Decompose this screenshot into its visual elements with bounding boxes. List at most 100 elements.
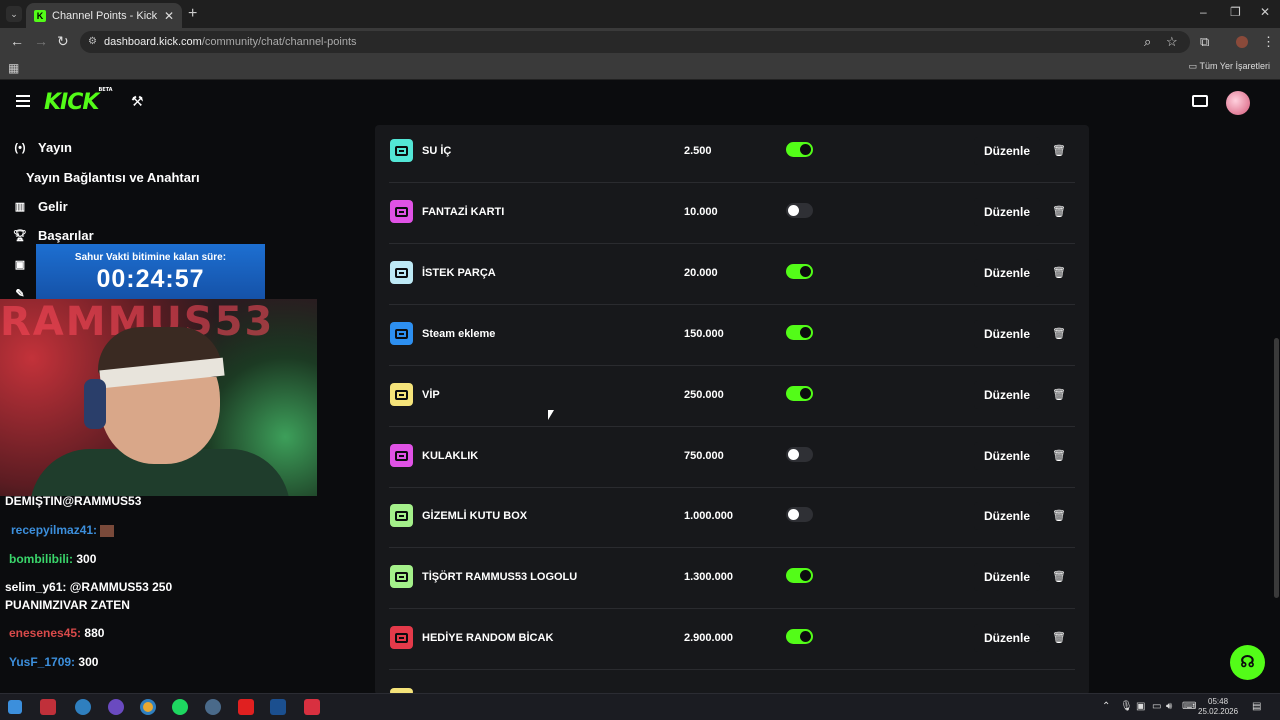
new-tab-button[interactable]: + — [188, 5, 197, 23]
sidebar-item-label: Gelir — [38, 199, 68, 214]
chat-message: selim_y61: @RAMMUS53 250 — [5, 578, 172, 596]
edit-reward-button[interactable]: Düzenle — [974, 381, 1040, 409]
edit-reward-button[interactable]: Düzenle — [974, 198, 1040, 226]
tab-list-button[interactable]: ⌄ — [6, 6, 22, 22]
edit-reward-button[interactable]: Düzenle — [974, 137, 1040, 165]
site-info-icon[interactable]: ⚙ — [88, 31, 97, 53]
logo-badge: BETA — [98, 86, 113, 93]
sidebar-item-label: Yayın — [38, 140, 72, 155]
steam-icon[interactable] — [270, 699, 286, 715]
delete-reward-button[interactable]: 🗑︎ — [1045, 198, 1073, 226]
microphone-icon[interactable]: 🎙︎ — [1120, 701, 1133, 712]
delete-reward-button[interactable]: 🗑︎ — [1045, 563, 1073, 591]
app-icon[interactable] — [205, 699, 221, 715]
apps-grid-icon[interactable]: ▦ — [8, 61, 19, 75]
edit-reward-button[interactable]: Düzenle — [974, 624, 1040, 652]
reward-enabled-toggle[interactable] — [786, 264, 813, 279]
chat-text: 880 — [84, 626, 105, 640]
menu-hamburger-icon[interactable] — [16, 95, 30, 107]
browser-menu-icon[interactable]: ⋮ — [1262, 34, 1275, 50]
delete-reward-button[interactable]: 🗑︎ — [1045, 320, 1073, 348]
extensions-icon[interactable]: ⧉ — [1200, 34, 1209, 50]
edit-reward-button[interactable]: Düzenle — [974, 502, 1040, 530]
chat-text: 300 — [78, 655, 99, 669]
keyboard-icon[interactable]: ⌨ — [1182, 701, 1196, 712]
tray-chevron-icon[interactable]: ⌃ — [1102, 701, 1110, 712]
trash-icon: 🗑︎ — [1052, 510, 1066, 522]
edit-reward-button[interactable]: Düzenle — [974, 320, 1040, 348]
tray-app-icon[interactable]: ▣ — [1136, 701, 1145, 712]
sidebar-item-basarilar[interactable]: 🏆︎ Başarılar — [12, 228, 94, 243]
reward-enabled-toggle[interactable] — [786, 629, 813, 644]
reward-name: KULAKLIK — [422, 450, 479, 462]
browser-tab-bar: ⌄ K Channel Points - Kick Dashboar ✕ + –… — [0, 0, 1280, 28]
voicemeeter-icon[interactable] — [40, 699, 56, 715]
zoom-icon[interactable]: ⌕ — [1144, 34, 1151, 50]
windows-start-icon[interactable] — [8, 700, 22, 714]
close-tab-icon[interactable]: ✕ — [164, 9, 174, 23]
reward-enabled-toggle[interactable] — [786, 447, 813, 462]
close-window-icon[interactable]: ✕ — [1260, 5, 1270, 19]
all-bookmarks-button[interactable]: ▭ Tüm Yer İşaretleri — [1189, 61, 1270, 72]
trash-icon: 🗑︎ — [1052, 389, 1066, 401]
profile-avatar[interactable] — [1236, 36, 1248, 48]
chrome-icon[interactable] — [140, 699, 156, 715]
bookmark-star-icon[interactable]: ☆ — [1166, 34, 1178, 50]
app-icon[interactable] — [108, 699, 124, 715]
page-scrollbar[interactable] — [1274, 338, 1279, 598]
trophy-icon: 🏆︎ — [13, 230, 27, 242]
sidebar-item-stream-key[interactable]: Yayın Bağlantısı ve Anahtarı — [26, 170, 200, 185]
reward-enabled-toggle[interactable] — [786, 507, 813, 522]
delete-reward-button[interactable]: 🗑︎ — [1045, 137, 1073, 165]
hammer-icon[interactable]: ⚒ — [131, 93, 144, 110]
restore-icon[interactable]: ❐ — [1230, 5, 1241, 19]
reward-enabled-toggle[interactable] — [786, 386, 813, 401]
chat-text: PUANIMZIVAR ZATEN — [5, 598, 130, 612]
reload-icon[interactable]: ↻ — [57, 33, 69, 50]
logo-text: KICK — [44, 90, 99, 115]
chat-message: DEMIŞTIN@RAMMUS53 — [5, 492, 141, 510]
reward-name: İSTEK PARÇA — [422, 267, 496, 279]
app-icon[interactable] — [304, 699, 320, 715]
reward-enabled-toggle[interactable] — [786, 203, 813, 218]
trash-icon: 🗑︎ — [1052, 145, 1066, 157]
sidebar-item-video[interactable]: ▣ — [12, 258, 38, 271]
trash-icon: 🗑︎ — [1052, 206, 1066, 218]
notifications-icon[interactable]: ▤ — [1252, 701, 1261, 712]
delete-reward-button[interactable]: 🗑︎ — [1045, 502, 1073, 530]
reward-icon — [390, 565, 413, 588]
delete-reward-button[interactable]: 🗑︎ — [1045, 381, 1073, 409]
taskbar-clock[interactable]: 05:48 25.02.2026 — [1198, 697, 1238, 717]
forward-icon[interactable]: → — [34, 33, 48, 49]
url-input[interactable]: ⚙ dashboard.kick.com/community/chat/chan… — [80, 31, 1190, 53]
url-host: dashboard.kick.com — [104, 36, 202, 48]
delete-reward-button[interactable]: 🗑︎ — [1045, 442, 1073, 470]
kick-logo[interactable]: KICKBETA — [44, 86, 113, 115]
delete-reward-button[interactable]: 🗑︎ — [1045, 259, 1073, 287]
edit-reward-button[interactable]: Düzenle — [974, 442, 1040, 470]
back-icon[interactable]: ← — [10, 33, 24, 49]
network-icon[interactable]: ▭ — [1152, 701, 1161, 712]
sidebar-item-yayin[interactable]: (•) Yayın — [12, 140, 72, 155]
reward-enabled-toggle[interactable] — [786, 142, 813, 157]
edit-reward-button[interactable]: Düzenle — [974, 259, 1040, 287]
support-chat-button[interactable]: ☊ — [1230, 645, 1265, 680]
emote-icon — [100, 524, 115, 537]
volume-icon[interactable]: 🔊︎ — [1166, 701, 1172, 712]
reward-enabled-toggle[interactable] — [786, 568, 813, 583]
app-icon[interactable] — [75, 699, 91, 715]
chat-user: recepyilmaz41: — [11, 523, 98, 537]
browser-tab[interactable]: K Channel Points - Kick Dashboar ✕ — [26, 3, 182, 28]
spotify-icon[interactable] — [172, 699, 188, 715]
reward-enabled-toggle[interactable] — [786, 325, 813, 340]
edit-reward-button[interactable]: Düzenle — [974, 563, 1040, 591]
user-avatar[interactable] — [1226, 91, 1250, 115]
mod-view-icon[interactable] — [1192, 95, 1208, 107]
timer-caption: Sahur Vakti bitimine kalan süre: — [74, 252, 227, 263]
youtube-icon[interactable] — [238, 699, 254, 715]
minimize-icon[interactable]: – — [1200, 5, 1207, 19]
reward-icon — [390, 322, 413, 345]
sidebar-item-gelir[interactable]: ▥ Gelir — [12, 199, 68, 214]
delete-reward-button[interactable]: 🗑︎ — [1045, 624, 1073, 652]
channel-points-rewards-list: SU İÇ 2.500 Düzenle 🗑︎ FANTAZİ KARTI 10.000 Dü… — [375, 125, 1089, 696]
